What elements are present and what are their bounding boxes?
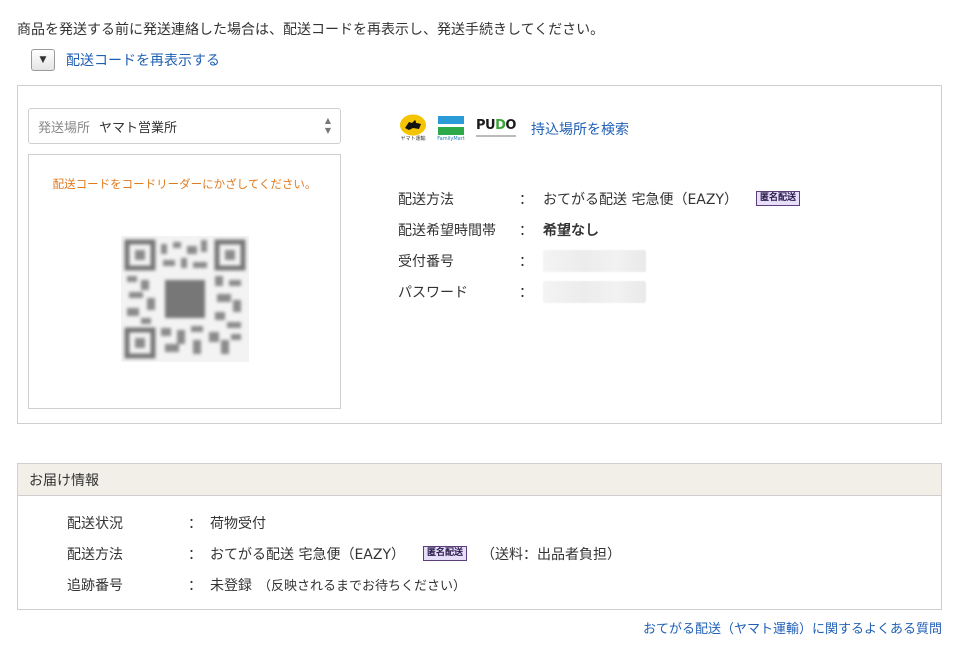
password-value-wrap [543, 280, 646, 303]
delivery-row-method: 配送方法 ： おてがる配送 宅急便（EAZY） 匿名配送 （送料：出品者負担） [67, 538, 621, 569]
search-dropoff-link[interactable]: 持込場所を検索 [531, 119, 629, 139]
updown-arrows-icon: ▲ ▼ [324, 116, 331, 135]
pudo-wordmark: PUDO [476, 117, 516, 133]
receipt-key: 受付番号 [398, 253, 454, 270]
method-value-wrap: おてがる配送 宅急便（EAZY） 匿名配送 [543, 189, 801, 209]
redisplay-code-toggle[interactable]: ▼ 配送コードを再表示する [31, 49, 220, 71]
password-redacted [543, 280, 646, 303]
receipt-value-wrap [543, 249, 646, 272]
qr-instruction: 配送コードをコードリーダーにかざしてください。 [52, 177, 317, 191]
colon: ： [519, 253, 533, 270]
pudo-tagline-graphic [476, 134, 516, 137]
receipt-number-redacted [543, 249, 646, 272]
toggle-button[interactable]: ▼ [31, 49, 55, 71]
tracking-value-wrap: 未登録 （反映されるまでお待ちください） [210, 575, 466, 595]
time-key: 配送希望時間帯 [398, 222, 496, 239]
shipping-location-select[interactable]: 発送場所 ヤマト営業所 ▲ ▼ [28, 108, 341, 144]
yamato-logo: ヤマト運輸 [399, 114, 427, 143]
qr-code-box: 配送コードをコードリーダーにかざしてください。 [28, 154, 341, 409]
method-key: 配送方法 [67, 546, 123, 563]
qr-code-image [121, 236, 249, 362]
colon: ： [519, 222, 533, 239]
status-value: 荷物受付 [210, 515, 266, 532]
familymart-caption: FamilyMart [437, 136, 465, 142]
select-value: ヤマト営業所 [99, 120, 178, 136]
method-value: おてがる配送 宅急便（EAZY） [210, 546, 406, 563]
method-key: 配送方法 [398, 191, 454, 208]
pudo-logo: PUDO [475, 117, 517, 139]
familymart-stripes-icon [438, 116, 464, 135]
info-row-password: パスワード ： [398, 276, 800, 307]
familymart-logo: FamilyMart [437, 114, 465, 143]
triangle-down-icon: ▼ [39, 55, 47, 65]
delivery-row-status: 配送状況 ： 荷物受付 [67, 507, 621, 538]
info-row-method: 配送方法 ： おてがる配送 宅急便（EAZY） 匿名配送 [398, 183, 801, 214]
colon: ： [188, 515, 202, 532]
shipping-code-panel: 発送場所 ヤマト営業所 ▲▼ 配送コードをコードリーダーにかざしてください。 [17, 85, 942, 424]
shipping-info-table: 配送方法 ： おてがる配送 宅急便（EAZY） 匿名配送 配送希望時間帯 ： 希… [398, 183, 801, 307]
method-value: おてがる配送 宅急便（EAZY） [543, 191, 739, 208]
tracking-value: 未登録 [210, 577, 252, 594]
faq-link[interactable]: おてがる配送（ヤマト運輸）に関するよくある質問 [643, 618, 942, 637]
colon: ： [519, 284, 533, 301]
info-row-receipt: 受付番号 ： [398, 245, 800, 276]
tracking-note: （反映されるまでお待ちください） [258, 579, 467, 594]
delivery-info-body: 配送状況 ： 荷物受付 配送方法 ： おてがる配送 宅急便（EAZY） 匿名配送… [67, 507, 621, 600]
select-label: 発送場所 [38, 120, 91, 136]
shipping-fee-note: （送料：出品者負担） [481, 546, 622, 563]
status-key: 配送状況 [67, 515, 123, 532]
delivery-info-title: お届け情報 [18, 464, 941, 496]
anonymous-badge: 匿名配送 [423, 546, 468, 561]
tracking-key: 追跡番号 [67, 577, 123, 594]
delivery-info-panel: お届け情報 配送状況 ： 荷物受付 配送方法 ： おてがる配送 宅急便（EAZY… [17, 463, 942, 610]
yamato-caption: ヤマト運輸 [400, 136, 426, 142]
colon: ： [188, 577, 202, 594]
colon: ： [519, 191, 533, 208]
time-value: 希望なし [543, 222, 599, 239]
redisplay-code-link[interactable]: 配送コードを再表示する [66, 50, 220, 70]
method-value-wrap: おてがる配送 宅急便（EAZY） 匿名配送 （送料：出品者負担） [210, 544, 621, 564]
yamato-cat-icon [400, 114, 426, 136]
colon: ： [188, 546, 202, 563]
carrier-logos: ヤマト運輸 FamilyMart PUDO 持込場所を検索 [399, 114, 629, 143]
info-row-time: 配送希望時間帯 ： 希望なし [398, 214, 800, 245]
notice-text: 商品を発送する前に発送連絡した場合は、配送コードを再表示し、発送手続きしてくださ… [17, 22, 605, 38]
anonymous-badge: 匿名配送 [756, 191, 801, 206]
delivery-row-tracking: 追跡番号 ： 未登録 （反映されるまでお待ちください） [67, 569, 621, 600]
password-key: パスワード [398, 284, 468, 301]
